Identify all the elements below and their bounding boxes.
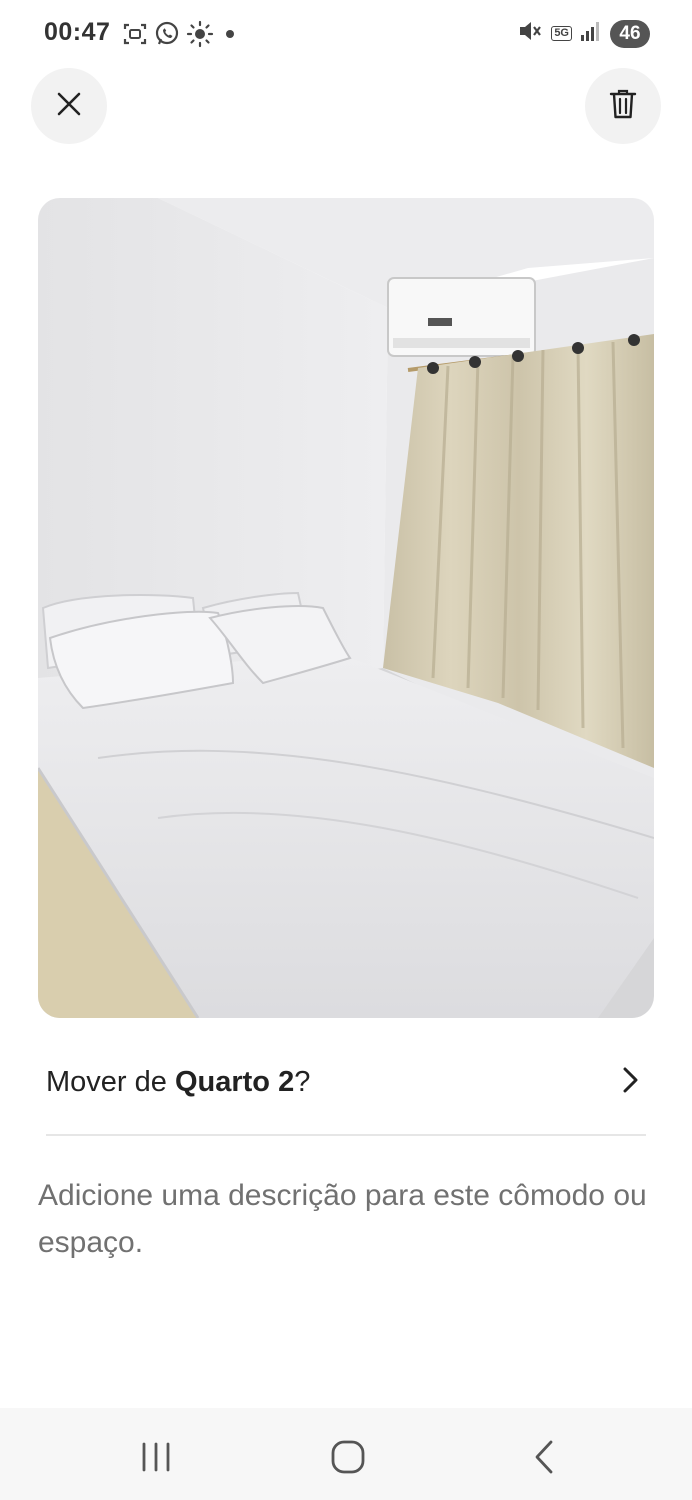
move-suffix: ? xyxy=(294,1066,311,1098)
bedroom-photo xyxy=(38,198,654,1018)
chevron-right-icon xyxy=(622,1066,640,1099)
network-type-label: 5G xyxy=(551,26,572,41)
close-button[interactable] xyxy=(31,68,107,144)
move-prefix: Mover de xyxy=(46,1066,175,1098)
home-button[interactable] xyxy=(318,1434,378,1484)
room-name: Quarto 2 xyxy=(174,1066,295,1098)
screenshot-icon xyxy=(122,21,148,52)
signal-icon xyxy=(580,19,602,48)
status-bar: 00:47 5G 46 xyxy=(0,0,692,68)
recents-button[interactable] xyxy=(126,1434,186,1484)
delete-button[interactable] xyxy=(585,68,661,144)
status-system-icons: 5G 46 xyxy=(517,18,650,49)
home-icon xyxy=(330,1439,366,1480)
recents-icon xyxy=(139,1441,173,1478)
battery-level: 46 xyxy=(610,19,650,48)
notification-dot-icon xyxy=(220,25,238,48)
whatsapp-icon xyxy=(154,21,180,52)
status-time: 00:47 xyxy=(44,18,111,46)
back-icon xyxy=(532,1439,556,1480)
description-input[interactable]: Adicione uma descrição para este cômodo … xyxy=(38,1172,658,1266)
brightness-icon xyxy=(186,20,214,53)
room-photo[interactable] xyxy=(38,198,654,1018)
move-room-row[interactable]: Mover de Quarto 2? xyxy=(46,1040,646,1136)
mute-icon xyxy=(517,18,543,49)
move-room-text: Mover de Quarto 2? xyxy=(46,1066,310,1099)
trash-icon xyxy=(609,88,637,125)
close-icon xyxy=(55,90,83,123)
back-button[interactable] xyxy=(514,1434,574,1484)
status-notification-icons xyxy=(122,20,238,53)
navigation-bar xyxy=(0,1408,692,1500)
